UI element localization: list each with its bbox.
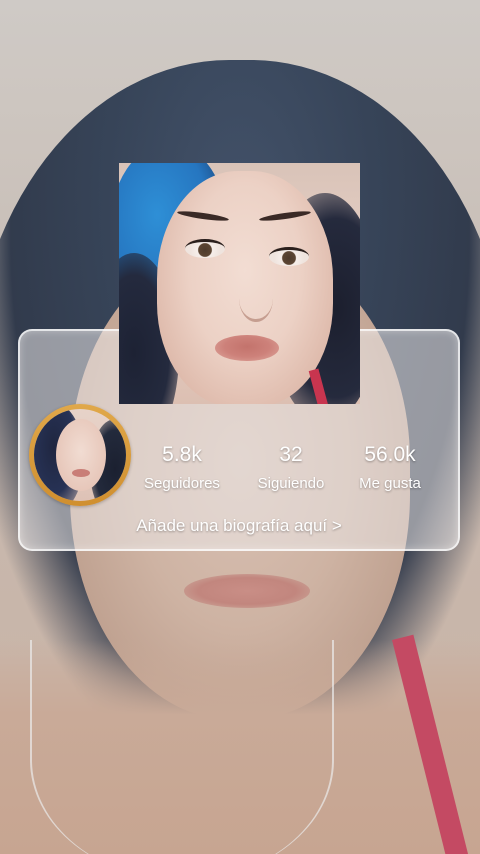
followers-count: 5.8k — [162, 443, 202, 466]
avatar-image — [34, 409, 126, 501]
followers-label: Seguidores — [144, 475, 220, 492]
stat-following[interactable]: 32 Siguiendo — [241, 441, 341, 495]
likes-label: Me gusta — [359, 475, 421, 492]
background-necklace — [30, 640, 334, 854]
following-count: 32 — [279, 443, 303, 466]
background-lips — [184, 574, 310, 608]
following-label: Siguiendo — [257, 475, 325, 492]
stat-likes[interactable]: 56.0k Me gusta — [340, 441, 440, 495]
avatar[interactable] — [29, 404, 131, 506]
stat-followers[interactable]: 5.8k Seguidores — [132, 441, 232, 495]
profile-stats: 5.8k Seguidores 32 Siguiendo 56.0k Me gu… — [140, 441, 440, 501]
profile-photo-large[interactable] — [119, 163, 360, 404]
likes-count: 56.0k — [364, 443, 416, 466]
add-bio-link[interactable]: Añade una biografía aquí > — [18, 513, 460, 539]
